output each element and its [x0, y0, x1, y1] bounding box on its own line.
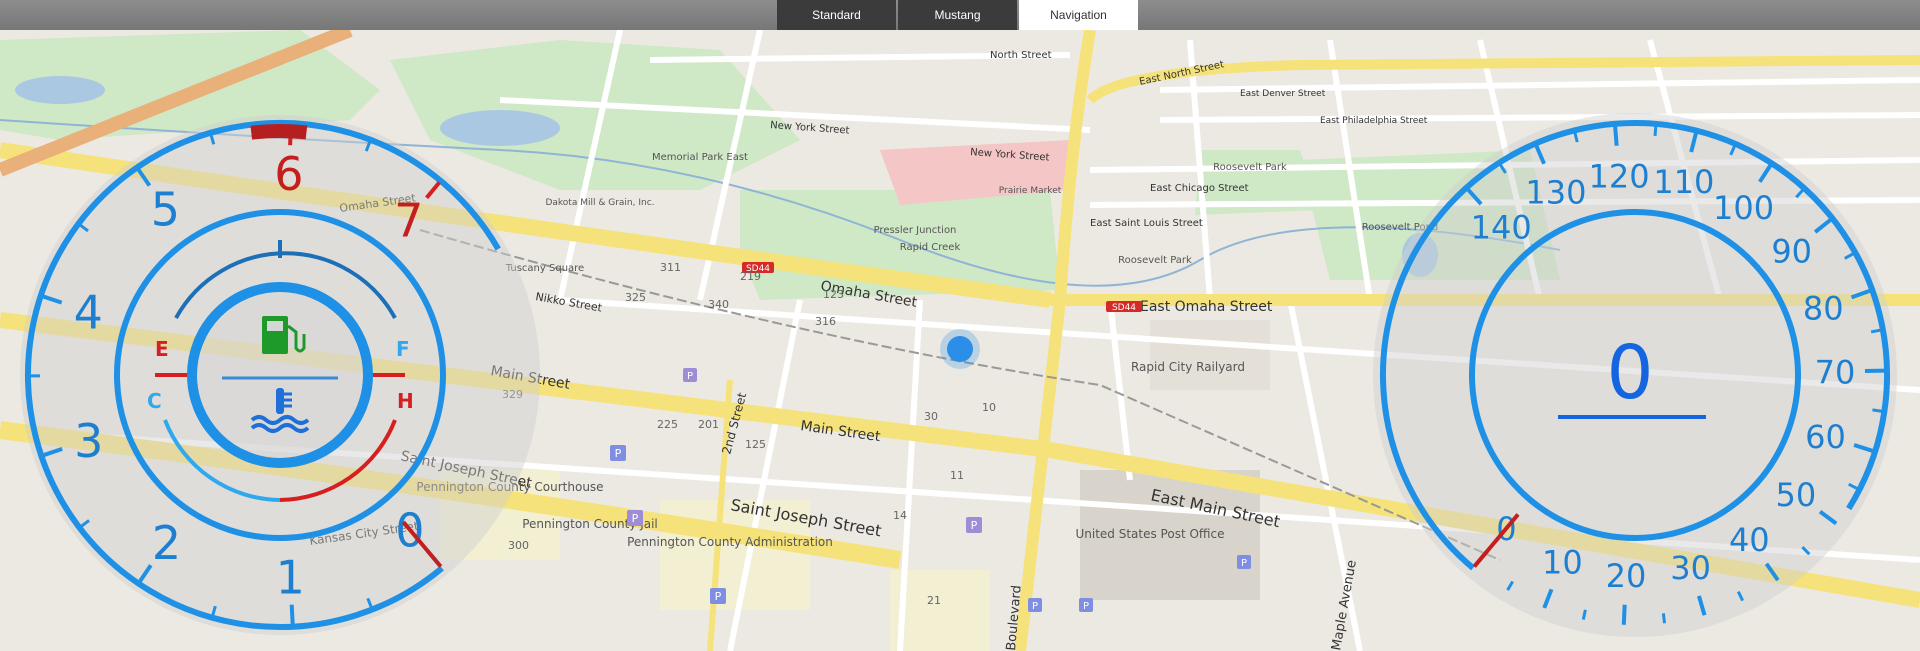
top-tab-bar: Standard Mustang Navigation [0, 0, 1920, 30]
block-number: 21 [927, 594, 941, 607]
block-number: 10 [982, 401, 996, 414]
place-label: Roosevelt Pond [1362, 222, 1439, 233]
svg-text:P: P [687, 371, 693, 382]
block-number: 14 [893, 509, 907, 522]
street-label: East Denver Street [1240, 89, 1326, 99]
pond-left [15, 76, 105, 104]
block-number: 219 [740, 270, 761, 283]
street-label: East Omaha Street [1140, 299, 1273, 315]
parking-icon[interactable]: P [1079, 598, 1093, 612]
block-number: 329 [502, 388, 523, 401]
parking-icon[interactable]: P [610, 445, 626, 461]
block-number: 201 [698, 418, 719, 431]
parking-icon[interactable]: P [1028, 598, 1042, 612]
svg-text:SD44: SD44 [1112, 303, 1136, 313]
street-label: East Philadelphia Street [1320, 116, 1428, 126]
parking-icon[interactable]: P [627, 510, 643, 526]
block-number: 325 [625, 291, 646, 304]
pond [440, 110, 560, 146]
block-number: 311 [660, 261, 681, 274]
tab-standard[interactable]: Standard [777, 0, 896, 30]
place-label: Tuscany Square [505, 263, 584, 274]
parking-icon[interactable]: P [1237, 555, 1251, 569]
place-label: Dakota Mill & Grain, Inc. [545, 198, 654, 208]
place-label: Rapid Creek [900, 242, 961, 253]
block-number: 316 [815, 315, 836, 328]
place-label: Roosevelt Park [1213, 162, 1287, 173]
place-label: Pennington County Courthouse [416, 480, 603, 494]
block-number: 11 [950, 469, 964, 482]
current-location-marker[interactable] [947, 336, 973, 362]
navigation-map[interactable]: Omaha Street East Omaha Street Main Stre… [0, 30, 1920, 651]
tab-navigation[interactable]: Navigation [1019, 0, 1138, 30]
parking-icon[interactable]: P [683, 368, 697, 382]
block-number: 300 [508, 539, 529, 552]
street-label: North Street [990, 50, 1052, 61]
block-number: 125 [745, 438, 766, 451]
svg-text:P: P [632, 512, 639, 525]
place-label: United States Post Office [1075, 527, 1224, 541]
highway-shield-sd44: SD44 [1106, 301, 1142, 313]
tab-mustang[interactable]: Mustang [898, 0, 1017, 30]
svg-text:P: P [715, 590, 722, 603]
street-label: East Saint Louis Street [1090, 218, 1203, 229]
street-label: East Chicago Street [1150, 183, 1249, 194]
svg-text:P: P [971, 519, 978, 532]
parking-icon[interactable]: P [966, 517, 982, 533]
svg-text:P: P [615, 447, 622, 460]
block-number: 30 [924, 410, 938, 423]
block-number: 123 [823, 288, 844, 301]
block [1150, 320, 1270, 390]
place-label: Prairie Market [999, 186, 1062, 196]
svg-text:P: P [1083, 601, 1089, 612]
place-label: Roosevelt Park [1118, 255, 1192, 266]
place-label: Memorial Park East [652, 152, 748, 163]
parking-icon[interactable]: P [710, 588, 726, 604]
roosevelt-pond [1402, 233, 1438, 277]
block-number: 340 [708, 298, 729, 311]
svg-text:P: P [1032, 601, 1038, 612]
block-number: 225 [657, 418, 678, 431]
place-label: Rapid City Railyard [1131, 360, 1245, 374]
svg-text:P: P [1241, 558, 1247, 569]
place-label: Pressler Junction [874, 225, 957, 236]
place-label: Pennington County Administration [627, 535, 833, 549]
